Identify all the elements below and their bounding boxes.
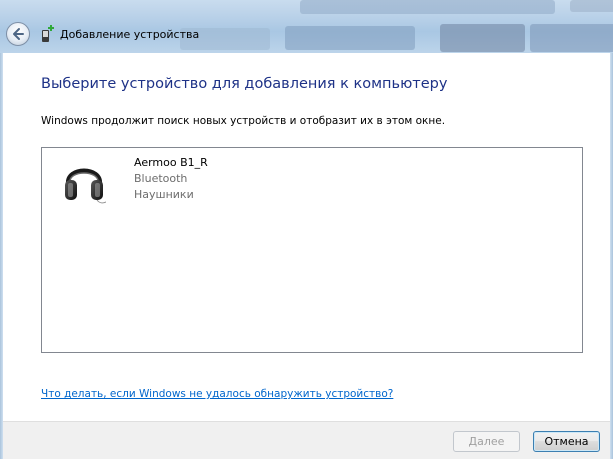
- background-decoration: [570, 0, 613, 12]
- add-device-window: Добавление устройства Выберите устройств…: [0, 0, 613, 459]
- background-decoration: [285, 26, 415, 50]
- device-list[interactable]: Aermoo B1_R Bluetooth Наушники: [41, 147, 583, 353]
- title-bar: Добавление устройства: [0, 0, 613, 53]
- background-decoration: [530, 24, 613, 52]
- device-connection-type: Bluetooth: [134, 172, 188, 185]
- dialog-footer: Далее Отмена: [3, 421, 610, 459]
- device-category: Наушники: [134, 188, 194, 201]
- next-button[interactable]: Далее: [453, 431, 520, 452]
- page-heading: Выберите устройство для добавления к ком…: [41, 76, 448, 92]
- back-button[interactable]: [6, 22, 30, 46]
- search-description: Windows продолжит поиск новых устройств …: [41, 115, 446, 127]
- background-decoration: [300, 0, 555, 14]
- background-decoration: [440, 24, 525, 52]
- help-link[interactable]: Что делать, если Windows не удалось обна…: [41, 388, 393, 400]
- back-arrow-icon: [13, 28, 24, 40]
- window-title: Добавление устройства: [60, 28, 200, 41]
- add-device-icon: [42, 25, 54, 42]
- cancel-button[interactable]: Отмена: [533, 431, 600, 452]
- headphones-icon: [65, 168, 106, 204]
- device-list-item[interactable]: Aermoo B1_R Bluetooth Наушники: [62, 154, 362, 208]
- device-name: Aermoo B1_R: [134, 156, 208, 169]
